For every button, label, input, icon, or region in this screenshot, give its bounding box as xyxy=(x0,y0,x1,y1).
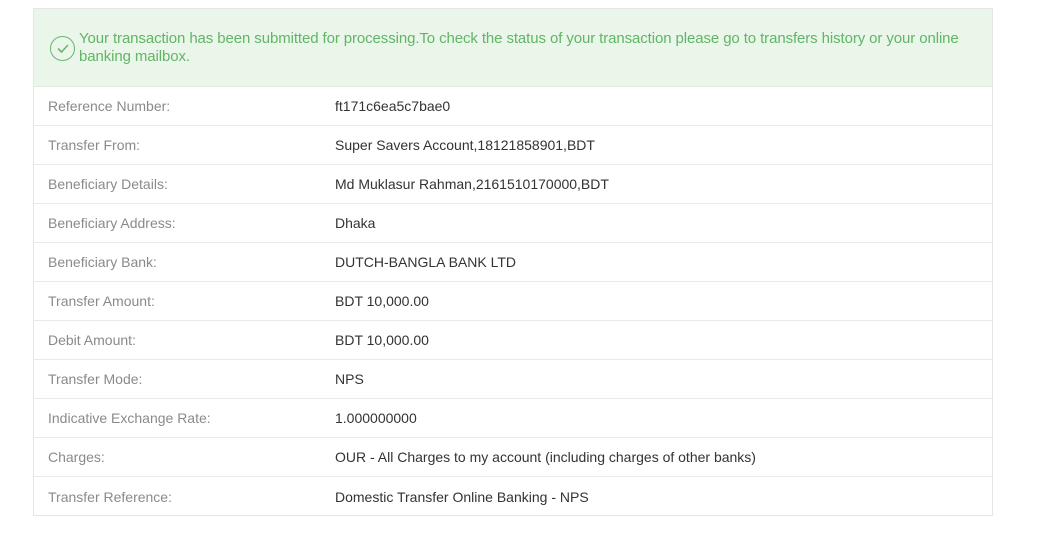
detail-value: Md Muklasur Rahman,2161510170000,BDT xyxy=(335,176,609,192)
detail-value: BDT 10,000.00 xyxy=(335,293,429,309)
detail-value: Dhaka xyxy=(335,215,376,231)
detail-value: ft171c6ea5c7bae0 xyxy=(335,98,451,114)
detail-row-beneficiary-bank: Beneficiary Bank: DUTCH-BANGLA BANK LTD xyxy=(34,243,992,282)
detail-label: Debit Amount: xyxy=(48,332,136,348)
detail-value: Domestic Transfer Online Banking - NPS xyxy=(335,488,589,505)
transaction-confirmation-panel: Your transaction has been submitted for … xyxy=(33,8,993,516)
detail-row-reference-number: Reference Number: ft171c6ea5c7bae0 xyxy=(34,87,992,126)
detail-label: Indicative Exchange Rate: xyxy=(48,410,211,426)
success-alert: Your transaction has been submitted for … xyxy=(34,9,992,87)
detail-row-transfer-reference: Transfer Reference: Domestic Transfer On… xyxy=(34,477,992,516)
detail-label: Reference Number: xyxy=(48,98,171,114)
detail-label: Beneficiary Address: xyxy=(48,215,176,231)
detail-label: Beneficiary Details: xyxy=(48,176,168,192)
success-message: Your transaction has been submitted for … xyxy=(79,30,959,65)
detail-label: Transfer Reference: xyxy=(48,488,172,505)
detail-row-beneficiary-address: Beneficiary Address: Dhaka xyxy=(34,204,992,243)
detail-label: Charges: xyxy=(48,449,105,465)
detail-row-charges: Charges: OUR - All Charges to my account… xyxy=(34,438,992,477)
check-circle-icon xyxy=(50,36,75,61)
detail-row-transfer-mode: Transfer Mode: NPS xyxy=(34,360,992,399)
detail-label: Transfer Amount: xyxy=(48,293,155,309)
detail-row-transfer-from: Transfer From: Super Savers Account,1812… xyxy=(34,126,992,165)
detail-value: OUR - All Charges to my account (includi… xyxy=(335,449,756,465)
detail-label: Transfer Mode: xyxy=(48,371,143,387)
detail-row-beneficiary-details: Beneficiary Details: Md Muklasur Rahman,… xyxy=(34,165,992,204)
detail-value: Super Savers Account,18121858901,BDT xyxy=(335,137,595,153)
detail-label: Beneficiary Bank: xyxy=(48,254,157,270)
detail-value: BDT 10,000.00 xyxy=(335,332,429,348)
detail-value: DUTCH-BANGLA BANK LTD xyxy=(335,254,516,270)
detail-value: NPS xyxy=(335,371,364,387)
detail-row-debit-amount: Debit Amount: BDT 10,000.00 xyxy=(34,321,992,360)
detail-label: Transfer From: xyxy=(48,137,141,153)
detail-row-exchange-rate: Indicative Exchange Rate: 1.000000000 xyxy=(34,399,992,438)
detail-value: 1.000000000 xyxy=(335,410,417,426)
detail-row-transfer-amount: Transfer Amount: BDT 10,000.00 xyxy=(34,282,992,321)
